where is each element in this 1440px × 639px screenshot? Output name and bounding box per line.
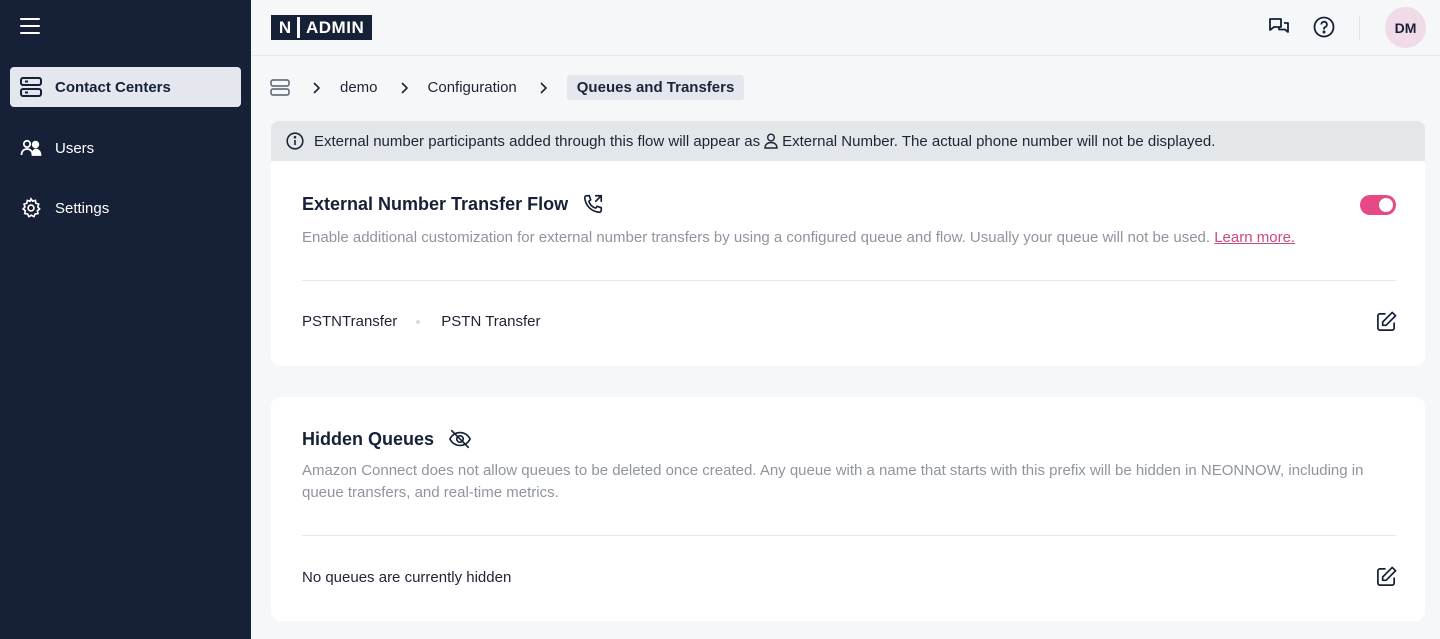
toggle-knob: [1379, 198, 1393, 212]
external-transfer-card: External Number Transfer Flow Enable add…: [271, 161, 1425, 366]
edit-transfer-icon[interactable]: [1375, 310, 1397, 332]
server-icon[interactable]: [270, 79, 290, 97]
flow-name: PSTN Transfer: [441, 313, 541, 330]
logo-text: ADMIN: [300, 17, 371, 38]
queue-name: PSTNTransfer: [302, 313, 398, 330]
top-bar: N ADMIN DM: [251, 0, 1440, 56]
eye-off-icon: [448, 427, 472, 451]
sidebar-item-label: Settings: [55, 199, 110, 217]
sidebar-item-contact-centers[interactable]: Contact Centers: [10, 67, 241, 107]
hidden-queues-status: No queues are currently hidden: [302, 569, 512, 586]
card-title: External Number Transfer Flow: [302, 193, 569, 214]
sidebar-item-users[interactable]: Users: [10, 128, 241, 168]
hidden-queues-card: Hidden Queues Amazon Connect does not al…: [271, 397, 1425, 621]
info-icon: [286, 132, 304, 150]
users-icon: [20, 137, 42, 159]
separator-dot: [416, 319, 421, 324]
card-title: Hidden Queues: [302, 428, 435, 449]
server-icon: [20, 76, 42, 98]
hidden-queues-title-row: Hidden Queues: [302, 427, 472, 451]
help-icon[interactable]: [1312, 15, 1336, 39]
transfer-config-row: PSTNTransfer PSTN Transfer: [302, 313, 541, 330]
sidebar-item-label: Contact Centers: [55, 78, 171, 96]
chevron-right-icon: [312, 81, 322, 94]
card-divider: [302, 280, 1396, 281]
banner-text-start: External number participants added throu…: [314, 132, 761, 150]
menu-icon[interactable]: [20, 18, 40, 34]
chat-icon[interactable]: [1267, 15, 1291, 39]
top-divider: [1359, 16, 1360, 40]
gear-icon: [20, 197, 42, 219]
edit-hidden-queues-icon[interactable]: [1375, 565, 1397, 587]
breadcrumb-current: Queues and Transfers: [566, 75, 745, 100]
external-transfer-description: Enable additional customization for exte…: [302, 227, 1395, 249]
card-divider: [302, 535, 1396, 536]
breadcrumb-demo[interactable]: demo: [340, 79, 378, 96]
chevron-right-icon: [400, 81, 410, 94]
hidden-queues-description: Amazon Connect does not allow queues to …: [302, 462, 1364, 501]
phone-forward-icon: [582, 192, 606, 216]
external-transfer-toggle[interactable]: [1360, 195, 1396, 215]
external-transfer-title-row: External Number Transfer Flow: [302, 192, 606, 216]
logo-letter: N: [273, 17, 297, 38]
avatar[interactable]: DM: [1385, 7, 1426, 48]
chevron-right-icon: [539, 81, 549, 94]
banner-text-end: External Number. The actual phone number…: [782, 132, 1216, 150]
sidebar-item-label: Users: [55, 139, 95, 157]
breadcrumb-configuration[interactable]: Configuration: [428, 79, 517, 96]
sidebar-item-settings[interactable]: Settings: [10, 188, 241, 228]
description-text: Enable additional customization for exte…: [302, 229, 1211, 246]
breadcrumb: demo Configuration Queues and Transfers: [270, 75, 745, 100]
info-banner: External number participants added throu…: [271, 121, 1425, 161]
person-icon: [764, 133, 778, 149]
app-logo[interactable]: N ADMIN: [271, 15, 373, 40]
sidebar: Contact Centers Users Settings: [0, 0, 251, 639]
learn-more-link[interactable]: Learn more.: [1214, 229, 1295, 246]
